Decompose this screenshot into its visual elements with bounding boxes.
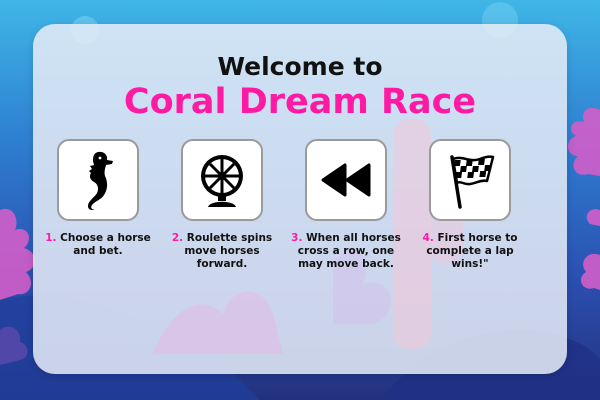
step-1-text: Choose a horse and bet.: [60, 232, 151, 257]
title-welcome: Welcome to: [217, 52, 383, 81]
step-4-text: First horse to complete a lap wins!": [426, 232, 518, 270]
step-2-caption: 2. Roulette spins move horses forward.: [160, 232, 284, 271]
coral-right-decoration: [567, 107, 600, 290]
step-1-number: 1.: [45, 232, 57, 244]
step-3-caption: 3. When all horses cross a row, one may …: [284, 232, 408, 271]
checkered-flag-icon: [450, 155, 495, 209]
step-2-number: 2.: [171, 232, 184, 244]
step-2: 2. Roulette spins move horses forward.: [160, 139, 284, 271]
step-1: 1. Choose a horse and bet.: [36, 139, 160, 258]
step-3: 3. When all horses cross a row, one may …: [284, 139, 408, 271]
step-3-number: 3.: [291, 232, 303, 244]
step-4: 4. First horse to complete a lap wins!": [408, 139, 532, 271]
seahorse-icon: [88, 151, 113, 210]
step-1-tile: [57, 139, 139, 221]
step-4-number: 4.: [422, 232, 434, 244]
rewind-icon: [321, 163, 371, 197]
step-2-text: Roulette spins move horses forward.: [184, 232, 273, 270]
welcome-panel: Welcome to Coral Dream Race 1. Choose a …: [33, 24, 567, 374]
step-2-tile: [181, 139, 263, 221]
step-1-caption: 1. Choose a horse and bet.: [36, 232, 160, 258]
step-3-text: When all horses cross a row, one may mov…: [297, 232, 401, 270]
roulette-wheel-icon: [201, 155, 243, 207]
step-4-caption: 4. First horse to complete a lap wins!": [408, 232, 532, 271]
step-4-tile: [429, 139, 511, 221]
title-game-name: Coral Dream Race: [123, 82, 477, 122]
step-3-tile: [305, 139, 387, 221]
